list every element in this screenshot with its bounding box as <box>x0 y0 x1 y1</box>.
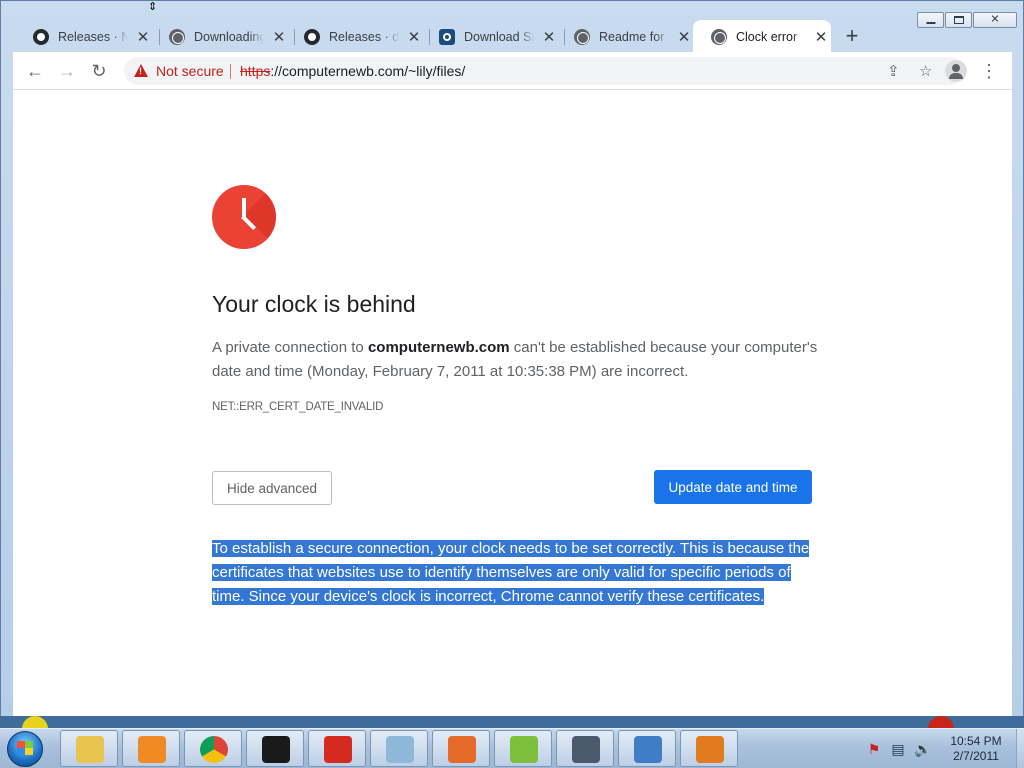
tab-releases-dn[interactable]: Releases · dn ✕ <box>286 20 424 53</box>
tab-title: Releases · Na <box>58 29 128 44</box>
tab-close-icon[interactable]: ✕ <box>136 28 150 46</box>
back-button[interactable]: ← <box>23 59 47 83</box>
tab-title: Releases · dn <box>329 29 399 44</box>
taskbar-button[interactable] <box>494 730 552 767</box>
paint-app-icon <box>448 736 476 763</box>
tab-title: Downloading <box>194 29 264 44</box>
tab-close-icon[interactable]: ✕ <box>814 28 828 46</box>
browser-toolbar: ← → ↻ Not secure https://computernewb.co… <box>13 52 1012 90</box>
desc-text: A private connection to <box>212 339 368 356</box>
media-player-icon <box>138 736 166 763</box>
tab-title: Readme for <box>599 29 665 44</box>
new-tab-button[interactable]: + <box>841 25 863 48</box>
tab-clock-error[interactable]: Clock error ✕ <box>693 20 831 53</box>
action-center-icon[interactable]: ⚑ <box>866 741 882 757</box>
chrome-icon <box>200 736 228 763</box>
volume-icon[interactable]: 🔊 <box>914 741 931 757</box>
globe-icon <box>169 28 185 45</box>
start-button[interactable] <box>2 729 50 768</box>
bookmark-star-icon[interactable]: ☆ <box>919 62 932 80</box>
taskbar: ⚑ ▤ 🔊 10:54 PM 2/7/2011 <box>0 728 1024 768</box>
network-tool-icon <box>634 736 662 763</box>
tab-title: Clock error <box>736 29 798 44</box>
taskbar-button[interactable] <box>122 730 180 767</box>
tab-download-st[interactable]: Download St ✕ <box>421 20 559 53</box>
clock-time: 10:54 PM <box>950 734 1002 748</box>
window-switcher-icon <box>572 736 600 763</box>
show-desktop-button[interactable] <box>1016 729 1024 768</box>
kebab-menu-icon[interactable]: ⋮ <box>979 59 999 83</box>
github-icon <box>33 28 49 45</box>
error-code[interactable]: NET::ERR_CERT_DATE_INVALID <box>212 401 383 413</box>
java-icon <box>696 736 724 763</box>
tab-downloading[interactable]: Downloading ✕ <box>151 20 289 53</box>
download-site-icon <box>439 28 455 45</box>
windows-logo-icon <box>17 741 33 755</box>
taskbar-button[interactable] <box>556 730 614 767</box>
tab-close-icon[interactable]: ✕ <box>677 28 691 46</box>
clock-shadow <box>244 185 276 249</box>
taskbar-button[interactable] <box>246 730 304 767</box>
taskbar-button[interactable] <box>184 730 242 767</box>
7zip-icon <box>262 736 290 763</box>
reload-button[interactable]: ↻ <box>87 59 111 83</box>
url-text[interactable]: https://computernewb.com/~lily/files/ <box>240 63 465 79</box>
not-secure-label[interactable]: Not secure <box>156 63 224 79</box>
share-icon[interactable]: ⇪ <box>887 62 900 80</box>
selected-text: To establish a secure connection, your c… <box>212 540 810 605</box>
profile-avatar-icon[interactable] <box>945 60 967 82</box>
taskbar-button[interactable] <box>618 730 676 767</box>
taskbar-button[interactable] <box>308 730 366 767</box>
url-path: ://computernewb.com/~lily/files/ <box>270 63 466 79</box>
update-date-time-button[interactable]: Update date and time <box>654 470 812 504</box>
mouse-cursor-icon: ⇕ <box>148 1 158 13</box>
tab-title: Download St <box>464 29 534 44</box>
page-title: Your clock is behind <box>212 291 416 317</box>
taskbar-button[interactable] <box>60 730 118 767</box>
globe-icon <box>574 28 590 45</box>
tab-strip: Releases · Na ✕ Downloading ✕ Releases ·… <box>15 20 1011 53</box>
advanced-details-text: To establish a secure connection, your c… <box>212 537 812 609</box>
tab-close-icon[interactable]: ✕ <box>542 28 556 46</box>
taskbar-button[interactable] <box>680 730 738 767</box>
forward-button[interactable]: → <box>55 59 79 83</box>
taskbar-clock[interactable]: 10:54 PM 2/7/2011 <box>936 734 1016 764</box>
clock-date: 2/7/2011 <box>953 749 999 763</box>
warning-icon <box>134 64 148 77</box>
hide-advanced-button[interactable]: Hide advanced <box>212 471 332 505</box>
taskbar-button[interactable] <box>432 730 490 767</box>
desc-host: computernewb.com <box>367 339 510 356</box>
red-app-icon <box>324 736 352 763</box>
globe-icon <box>711 28 727 45</box>
url-scheme: https <box>240 63 271 79</box>
tab-readme[interactable]: Readme for ✕ <box>556 20 694 53</box>
explorer-icon <box>76 736 104 763</box>
tab-close-icon[interactable]: ✕ <box>407 28 421 46</box>
network-icon[interactable]: ▤ <box>890 741 906 757</box>
error-description: A private connection to computernewb.com… <box>212 336 822 384</box>
notepad-plus-icon <box>510 736 538 763</box>
tab-releases-na[interactable]: Releases · Na ✕ <box>15 20 153 53</box>
github-icon <box>304 28 320 45</box>
clock-error-icon <box>212 185 276 249</box>
tab-close-icon[interactable]: ✕ <box>272 28 286 46</box>
interstitial-page: Your clock is behind A private connectio… <box>13 90 1012 716</box>
taskbar-button[interactable] <box>370 730 428 767</box>
address-bar[interactable]: Not secure https://computernewb.com/~lil… <box>124 57 964 85</box>
notepad-icon <box>386 736 414 763</box>
omnibox-divider <box>230 64 231 79</box>
